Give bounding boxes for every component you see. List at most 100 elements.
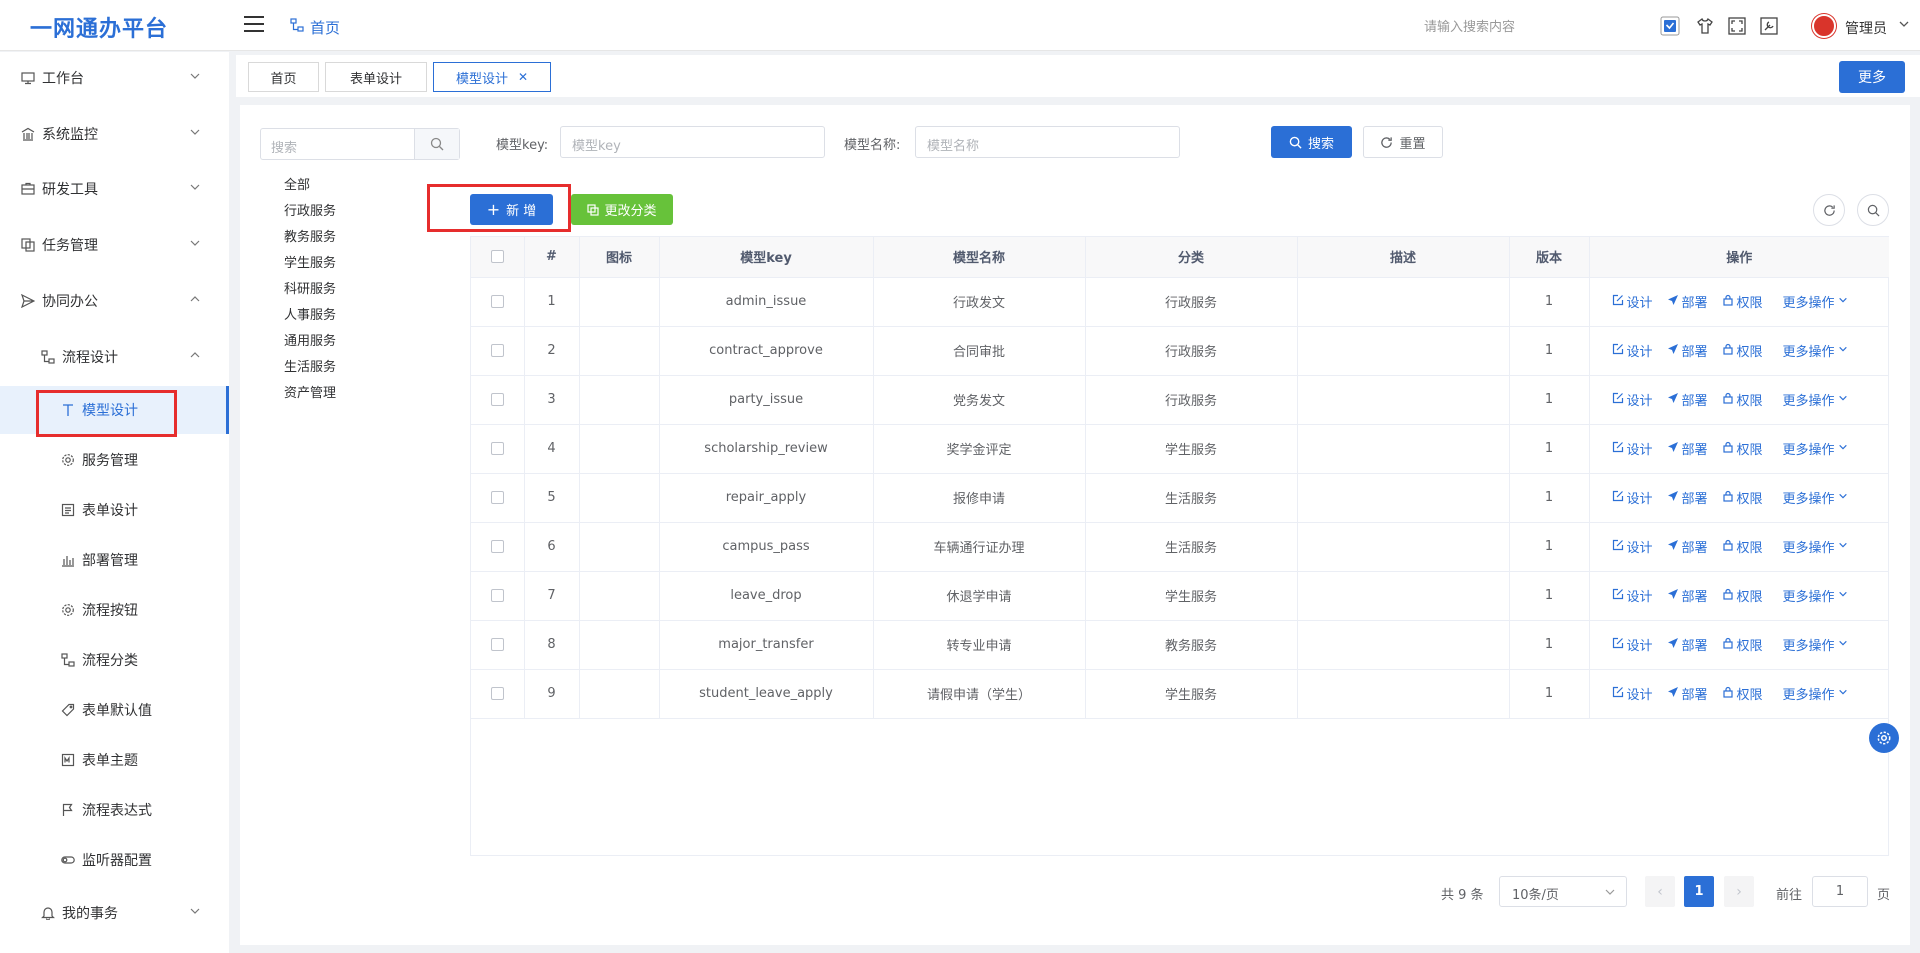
row-select-cell[interactable] [471,620,525,670]
more-actions-dropdown[interactable]: 更多操作 [1783,488,1848,507]
tree-item[interactable]: 教务服务 [284,226,336,245]
row-checkbox[interactable] [490,589,504,602]
permission-link[interactable]: 权限 [1722,439,1763,458]
settings-button[interactable] [1869,723,1899,753]
header-search-input[interactable]: 请输入搜索内容 [1424,16,1515,35]
table-row[interactable]: 5 repair_apply 报修申请 生活服务 1 设计 部署 权限 更多操作 [471,473,1889,523]
sidebar-item-monitor[interactable]: 系统监控 [0,114,229,154]
table-row[interactable]: 8 major_transfer 转专业申请 教务服务 1 设计 部署 权限 更多操作 [471,620,1889,670]
permission-link[interactable]: 权限 [1722,684,1763,703]
table-row[interactable]: 1 admin_issue 行政发文 行政服务 1 设计 部署 权限 更多操作 [471,277,1889,327]
tree-search-input[interactable]: 搜索 [260,128,460,160]
deploy-link[interactable]: 部署 [1667,488,1708,507]
tree-item-all[interactable]: 全部 [284,174,310,193]
row-checkbox[interactable] [490,687,504,700]
design-link[interactable]: 设计 [1612,684,1653,703]
row-checkbox[interactable] [490,638,504,651]
row-select-cell[interactable] [471,326,525,376]
wrench-icon[interactable] [1759,16,1779,36]
avatar[interactable] [1812,14,1836,38]
design-link[interactable]: 设计 [1612,390,1653,409]
more-actions-dropdown[interactable]: 更多操作 [1783,390,1848,409]
table-row[interactable]: 7 leave_drop 休退学申请 学生服务 1 设计 部署 权限 更多操作 [471,571,1889,621]
tree-item[interactable]: 通用服务 [284,330,336,349]
design-link[interactable]: 设计 [1612,292,1653,311]
sidebar-item-my-affairs[interactable]: 我的事务 [0,893,229,933]
sidebar-item-form-theme[interactable]: 表单主题 [0,740,229,780]
more-button[interactable]: 更多 [1839,61,1905,93]
sidebar-item-collab[interactable]: 协同办公 [0,281,229,321]
more-actions-dropdown[interactable]: 更多操作 [1783,341,1848,360]
deploy-link[interactable]: 部署 [1667,635,1708,654]
tree-item[interactable]: 科研服务 [284,278,336,297]
sidebar-item-flow-category[interactable]: 流程分类 [0,640,229,680]
model-key-input[interactable]: 模型key [560,126,825,158]
row-select-cell[interactable] [471,571,525,621]
checkbox-icon[interactable] [1660,16,1680,36]
current-page[interactable]: 1 [1684,876,1714,907]
row-checkbox[interactable] [490,442,504,455]
next-page-button[interactable]: › [1724,876,1754,907]
deploy-link[interactable]: 部署 [1667,537,1708,556]
row-checkbox[interactable] [490,295,504,308]
row-select-cell[interactable] [471,277,525,327]
deploy-link[interactable]: 部署 [1667,341,1708,360]
deploy-link[interactable]: 部署 [1667,292,1708,311]
change-category-button[interactable]: 更改分类 [571,194,673,225]
goto-page-input[interactable]: 1 [1812,876,1868,907]
row-checkbox[interactable] [490,540,504,553]
more-actions-dropdown[interactable]: 更多操作 [1783,439,1848,458]
tree-item[interactable]: 行政服务 [284,200,336,219]
tree-item[interactable]: 学生服务 [284,252,336,271]
table-row[interactable]: 6 campus_pass 车辆通行证办理 生活服务 1 设计 部署 权限 更多操作 [471,522,1889,572]
tree-item[interactable]: 生活服务 [284,356,336,375]
more-actions-dropdown[interactable]: 更多操作 [1783,635,1848,654]
sidebar-item-form-default[interactable]: 表单默认值 [0,690,229,730]
sidebar-item-devtools[interactable]: 研发工具 [0,169,229,209]
table-row[interactable]: 4 scholarship_review 奖学金评定 学生服务 1 设计 部署 权限 更多操作 [471,424,1889,474]
sidebar-item-flow-expression[interactable]: 流程表达式 [0,790,229,830]
row-select-cell[interactable] [471,424,525,474]
shirt-icon[interactable] [1695,16,1715,36]
model-name-input[interactable]: 模型名称 [915,126,1180,158]
tab-model-design[interactable]: 模型设计 ✕ [433,62,551,92]
hamburger-menu-icon[interactable] [244,16,264,32]
sidebar-item-tasks[interactable]: 任务管理 [0,225,229,265]
select-all-cell[interactable] [471,237,525,278]
design-link[interactable]: 设计 [1612,586,1653,605]
more-actions-dropdown[interactable]: 更多操作 [1783,537,1848,556]
row-select-cell[interactable] [471,375,525,425]
design-link[interactable]: 设计 [1612,341,1653,360]
reset-button[interactable]: 重置 [1363,126,1443,158]
permission-link[interactable]: 权限 [1722,537,1763,556]
page-size-select[interactable]: 10条/页 [1499,876,1627,907]
select-all-checkbox[interactable] [490,250,504,264]
user-name[interactable]: 管理员 [1845,18,1887,38]
permission-link[interactable]: 权限 [1722,390,1763,409]
permission-link[interactable]: 权限 [1722,292,1763,311]
row-select-cell[interactable] [471,522,525,572]
row-checkbox[interactable] [490,393,504,406]
permission-link[interactable]: 权限 [1722,586,1763,605]
refresh-button[interactable] [1813,194,1845,226]
tab-home[interactable]: 首页 [248,62,319,92]
toggle-search-button[interactable] [1857,194,1889,226]
deploy-link[interactable]: 部署 [1667,586,1708,605]
tree-item[interactable]: 人事服务 [284,304,336,323]
app-logo-title[interactable]: 一网通办平台 [30,11,168,43]
fullscreen-icon[interactable] [1727,16,1747,36]
close-icon[interactable]: ✕ [518,70,528,84]
more-actions-dropdown[interactable]: 更多操作 [1783,586,1848,605]
row-select-cell[interactable] [471,473,525,523]
deploy-link[interactable]: 部署 [1667,684,1708,703]
permission-link[interactable]: 权限 [1722,635,1763,654]
sidebar-item-flow-design[interactable]: 流程设计 [0,337,229,377]
deploy-link[interactable]: 部署 [1667,390,1708,409]
more-actions-dropdown[interactable]: 更多操作 [1783,684,1848,703]
tree-item[interactable]: 资产管理 [284,382,336,401]
sidebar-item-flow-button[interactable]: 流程按钮 [0,590,229,630]
table-row[interactable]: 9 student_leave_apply 请假申请（学生） 学生服务 1 设计 部署 权限 更… [471,669,1889,719]
more-actions-dropdown[interactable]: 更多操作 [1783,292,1848,311]
permission-link[interactable]: 权限 [1722,341,1763,360]
sidebar-item-form-design[interactable]: 表单设计 [0,490,229,530]
